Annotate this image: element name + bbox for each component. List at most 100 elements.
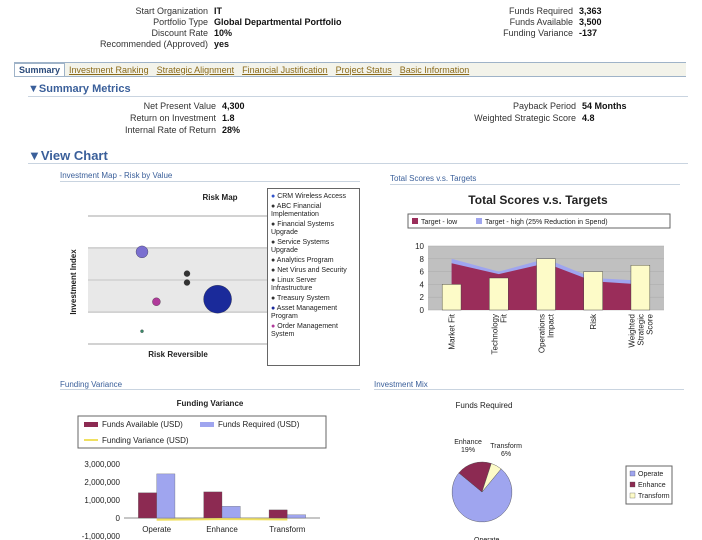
x-tick-label: Enhance (206, 525, 238, 534)
x-tick-label: Risk (589, 313, 598, 330)
tab-bar: Summary Investment Ranking Strategic Ali… (14, 62, 686, 77)
header-label: Discount Rate (151, 28, 208, 38)
total-scores-subheading: Total Scores v.s. Targets (390, 174, 477, 183)
tab-summary[interactable]: Summary (14, 63, 66, 76)
legend-item: ● Financial Systems Upgrade (271, 221, 356, 237)
legend-label: Operate (638, 471, 663, 478)
pie-label: Enhance 19% (454, 439, 482, 454)
y-tick-label: -1,000,000 (82, 532, 121, 540)
x-tick-label: Operations Impact (538, 313, 556, 353)
x-tick-label-line: Score (645, 313, 654, 334)
divider (390, 184, 680, 185)
bar (441, 284, 462, 311)
legend-swatch (629, 492, 636, 499)
view-chart-heading[interactable]: ▼View Chart (28, 148, 108, 163)
legend-label: Linux Server Infrastructure (271, 277, 317, 292)
bar (221, 506, 241, 519)
legend-item: ● Net Virus and Security (271, 267, 356, 275)
y-tick-label: 0 (420, 306, 425, 315)
x-tick-label-line: Fit (499, 313, 508, 323)
scatter-point (135, 245, 149, 258)
header-value: 3,363 (579, 6, 602, 16)
header-value: 10% (214, 28, 233, 38)
y-tick-label: 4 (420, 280, 425, 289)
funding-variance-subheading: Funding Variance (60, 380, 123, 389)
header-label: Funds Required (508, 6, 573, 16)
legend-swatch (200, 422, 214, 427)
scatter-point (152, 297, 161, 306)
header-label: Recommended (Approved) (99, 39, 208, 49)
divider (28, 163, 688, 164)
bar (156, 473, 176, 519)
header-value: -137 (579, 28, 598, 38)
metric-value: 28% (222, 125, 241, 135)
y-tick-label: 2,000,000 (84, 478, 120, 487)
chart-title: Funds Required (456, 401, 513, 410)
metric-value: 54 Months (582, 101, 627, 111)
metric-label: Weighted Strategic Score (474, 113, 576, 123)
legend-item: ● Linux Server Infrastructure (271, 277, 356, 293)
x-tick-label-line: Risk (589, 313, 598, 330)
plot-band (88, 248, 268, 312)
header-value: yes (214, 39, 230, 49)
funding-variance-chart: Funding Variance Funds Available (USD) F… (77, 399, 327, 540)
tab-financial-justification[interactable]: Financial Justification (238, 65, 332, 75)
legend-label: Treasury System (277, 295, 330, 302)
header-value: 3,500 (579, 17, 602, 27)
divider (60, 181, 360, 182)
legend-item: ● ABC Financial Implementation (271, 203, 356, 219)
x-tick-label: Weighted Strategic Score (627, 313, 654, 347)
chart-title: Risk Map (202, 193, 237, 202)
divider (374, 389, 684, 390)
investment-mix-chart: Funds Required Operate75%Enhance19%Trans… (451, 401, 673, 540)
bar (287, 514, 306, 519)
metric-label: Return on Investment (129, 113, 216, 123)
x-tick-label-line: Technology (490, 314, 499, 354)
legend-item: ● Asset Management Program (271, 305, 356, 321)
header-label: Funding Variance (503, 28, 573, 38)
metric-label: Internal Rate of Return (124, 125, 216, 135)
legend-label: Target - low (421, 219, 458, 226)
legend-label: Enhance (638, 482, 666, 489)
chart-title: Funding Variance (177, 399, 244, 408)
header-value: Global Departmental Portfolio (214, 17, 342, 27)
legend-swatch (629, 470, 636, 477)
risk-map-legend: ● CRM Wireless Access ● ABC Financial Imp… (267, 188, 360, 366)
legend-item: ● Treasury System (271, 295, 356, 303)
scatter-point (140, 329, 144, 333)
summary-metrics-heading[interactable]: ▼Summary Metrics (28, 83, 131, 95)
legend-label: Target - high (25% Reduction in Spend) (485, 219, 608, 226)
legend-item: ● Service Systems Upgrade (271, 239, 356, 255)
investment-map-subheading: Investment Map - Risk by Value (60, 171, 173, 180)
metric-value: 4,300 (222, 101, 245, 111)
collapse-triangle-icon: ▼ (28, 148, 41, 163)
legend-label: Transform (638, 493, 670, 500)
scatter-point (183, 270, 191, 277)
legend-label: Analytics Program (276, 257, 334, 264)
scatter-point (183, 279, 191, 286)
y-tick-label: 2 (420, 293, 425, 302)
legend-label: CRM Wireless Access (277, 193, 347, 200)
tab-basic-information[interactable]: Basic Information (396, 65, 474, 75)
bar (138, 492, 157, 519)
x-tick-label: Technology Fit (490, 313, 508, 354)
pie-label: Transform 6% (490, 443, 522, 458)
y-tick-label: 1,000,000 (84, 496, 120, 505)
tab-investment-ranking[interactable]: Investment Ranking (65, 65, 153, 75)
legend-label: ABC Financial Implementation (271, 203, 322, 218)
tab-project-status[interactable]: Project Status (332, 65, 396, 75)
variance-line (156, 518, 288, 521)
legend-label: Funds Available (USD) (102, 420, 183, 429)
legend-label: Asset Management Program (271, 305, 338, 320)
bar (630, 264, 651, 311)
x-tick-label-line: Operations (538, 314, 547, 353)
legend-label: Funding Variance (USD) (102, 436, 189, 445)
header-label: Portfolio Type (153, 17, 208, 27)
x-tick-label-line: Strategic (636, 314, 645, 346)
x-tick-label-line: Weighted (627, 314, 636, 348)
tab-strategic-alignment[interactable]: Strategic Alignment (153, 65, 239, 75)
x-tick-label-line: Impact (547, 313, 556, 338)
metric-label: Net Present Value (143, 101, 216, 111)
x-tick-label: Operate (142, 525, 171, 534)
header-label: Funds Available (509, 17, 573, 27)
